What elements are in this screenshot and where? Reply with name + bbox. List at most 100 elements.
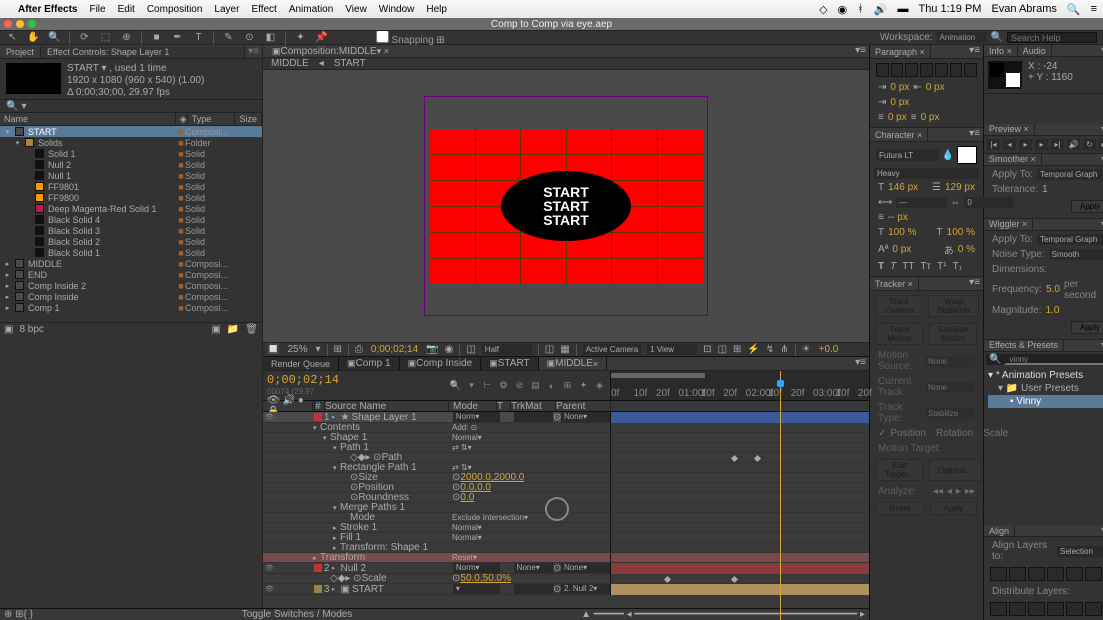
project-item[interactable]: ▸MIDDLE■Composi... xyxy=(0,258,262,269)
brainstorm-icon[interactable]: ✦ xyxy=(577,379,590,392)
project-item[interactable]: ▾START■Composi... xyxy=(0,126,262,137)
project-tree[interactable]: ▾START■Composi...▾Solids■FolderSolid 1■S… xyxy=(0,126,262,322)
volume-icon[interactable]: 🔊 xyxy=(874,3,888,16)
dist-5-icon[interactable] xyxy=(1066,602,1083,616)
timeline-menu-icon[interactable]: ▾≡ xyxy=(852,357,869,370)
bpc-button[interactable]: 8 bpc xyxy=(19,324,43,335)
justify-all-icon[interactable] xyxy=(964,63,977,77)
play-icon[interactable]: ▸ xyxy=(1019,139,1032,150)
motion-blur-icon[interactable]: ◐ xyxy=(545,379,558,392)
text-color-swatch[interactable] xyxy=(957,146,977,164)
track-camera-button[interactable]: Track Camera xyxy=(876,295,922,317)
align-left-icon[interactable] xyxy=(876,63,889,77)
preview-menu-icon[interactable]: ▾≡ xyxy=(1098,124,1103,135)
toggle-expand-icon[interactable]: ⊕ ⊞ xyxy=(4,609,24,620)
project-item[interactable]: ▸END■Composi... xyxy=(0,269,262,280)
clone-tool-icon[interactable]: ⊙ xyxy=(243,31,256,44)
property-row[interactable]: ▸TransformReset▾ xyxy=(263,553,869,563)
new-folder-icon[interactable]: 📁 xyxy=(227,324,239,335)
character-menu-icon[interactable]: ▾≡ xyxy=(966,128,983,141)
track-motion-button[interactable]: Track Motion xyxy=(876,323,923,345)
roi-icon[interactable]: ◫ xyxy=(545,344,554,355)
loop-icon[interactable]: ↻ xyxy=(1083,139,1096,150)
flowchart-icon[interactable]: ⋔ xyxy=(780,344,788,355)
tab-tracker[interactable]: Tracker × xyxy=(870,277,919,290)
tab-align[interactable]: Align xyxy=(984,525,1015,536)
toggle-switches-button[interactable]: Toggle Switches / Modes xyxy=(242,609,353,620)
eraser-tool-icon[interactable]: ◧ xyxy=(264,31,277,44)
timeline-icon[interactable]: ↯ xyxy=(766,344,774,355)
first-frame-icon[interactable]: |◂ xyxy=(987,139,1000,150)
camera-dropdown[interactable]: Active Camera xyxy=(583,344,641,355)
draft3d-icon[interactable]: ❂ xyxy=(497,379,510,392)
layer-row[interactable]: 👁 3 ▸▣ START ▾ ⊙ 2. Null 2▾ xyxy=(263,584,869,595)
edit-target-button[interactable]: Edit Target... xyxy=(876,459,923,481)
align-menu-icon[interactable]: ▾≡ xyxy=(1098,525,1103,536)
panel-menu-icon[interactable]: ▾≡ xyxy=(245,46,262,57)
battery-icon[interactable]: ▬ xyxy=(897,3,908,15)
eyedropper-icon[interactable]: 💧 xyxy=(942,150,954,161)
align-hc-icon[interactable] xyxy=(1009,567,1026,581)
exposure-reset-icon[interactable]: ☀ xyxy=(802,344,811,355)
workspace-dropdown[interactable]: Animation xyxy=(937,32,987,43)
align-t-icon[interactable] xyxy=(1047,567,1064,581)
effects-search-input[interactable] xyxy=(1004,354,1103,365)
smoother-menu-icon[interactable]: ▾≡ xyxy=(1098,154,1103,165)
wiggler-apply-button[interactable]: Apply xyxy=(1071,321,1103,334)
resolution-icon[interactable]: ⊞ xyxy=(334,344,342,355)
pen-tool-icon[interactable]: ✒ xyxy=(171,31,184,44)
col-source-name[interactable]: Source Name xyxy=(325,401,449,411)
col-name[interactable]: Name xyxy=(0,113,176,125)
tab-middle[interactable]: ▣ MIDDLE × xyxy=(539,357,608,370)
small-caps-icon[interactable]: Tт xyxy=(920,261,931,272)
justify-right-icon[interactable] xyxy=(950,63,963,77)
col-label[interactable]: ◈ xyxy=(176,113,188,125)
timecode-toggle[interactable]: ⎙ xyxy=(355,344,363,355)
all-caps-icon[interactable]: TT xyxy=(902,261,914,272)
col-size[interactable]: Size xyxy=(235,113,262,125)
superscript-icon[interactable]: T¹ xyxy=(937,261,946,272)
snapshot-icon[interactable]: 📷 xyxy=(426,344,438,355)
smoother-apply-button[interactable]: Apply xyxy=(1071,200,1103,213)
menu-help[interactable]: Help xyxy=(426,4,447,15)
work-area[interactable] xyxy=(611,373,705,378)
effects-menu-icon[interactable]: ▾≡ xyxy=(1098,340,1103,351)
col-type[interactable]: Type xyxy=(188,113,236,125)
menu-composition[interactable]: Composition xyxy=(147,4,203,15)
project-item[interactable]: Black Solid 1■Solid xyxy=(0,247,262,258)
wiggler-noise-dropdown[interactable]: Smooth xyxy=(1049,249,1103,260)
tab-smoother[interactable]: Smoother × xyxy=(984,154,1042,165)
type-tool-icon[interactable]: T xyxy=(192,31,205,44)
tab-comp1[interactable]: ▣ Comp 1 xyxy=(339,357,400,370)
track-type-dropdown[interactable]: Stabilize xyxy=(925,408,975,419)
preset-vinny[interactable]: ▪ Vinny xyxy=(988,395,1103,408)
menu-window[interactable]: Window xyxy=(379,4,415,15)
subscript-icon[interactable]: T₁ xyxy=(953,261,962,272)
h-scale[interactable]: 100 % xyxy=(947,227,975,238)
tab-composition[interactable]: ▣ Composition: MIDDLE ▾ × xyxy=(266,45,395,57)
project-item[interactable]: Solid 1■Solid xyxy=(0,148,262,159)
selection-tool-icon[interactable]: ↖ xyxy=(6,31,19,44)
bracket-icons[interactable]: { } xyxy=(24,609,33,620)
tracker-reset-button[interactable]: Reset xyxy=(876,502,924,515)
font-style-dropdown[interactable]: Heavy xyxy=(874,168,979,179)
project-item[interactable]: ▸Comp Inside■Composi... xyxy=(0,291,262,302)
tab-render-queue[interactable]: Render Queue xyxy=(263,357,339,370)
leading[interactable]: 129 px xyxy=(945,182,975,193)
roto-tool-icon[interactable]: ✦ xyxy=(294,31,307,44)
effects-tree[interactable]: ▾ * Animation Presets ▾ 📁 User Presets ▪… xyxy=(984,367,1103,525)
view2-icon[interactable]: ◫ xyxy=(718,344,727,355)
project-search-dropdown-icon[interactable]: ▾ xyxy=(21,101,26,112)
puppet-tool-icon[interactable]: 📌 xyxy=(315,31,328,44)
project-item[interactable]: Deep Magenta-Red Solid 1■Solid xyxy=(0,203,262,214)
next-frame-icon[interactable]: ▸ xyxy=(1035,139,1048,150)
tab-project[interactable]: Project xyxy=(0,46,41,58)
comp-panel-menu-icon[interactable]: ▾≡ xyxy=(855,45,866,57)
dist-4-icon[interactable] xyxy=(1047,602,1064,616)
camera-tool-icon[interactable]: ⬚ xyxy=(99,31,112,44)
project-item[interactable]: ▸Comp 1■Composi... xyxy=(0,302,262,313)
timeline-body[interactable]: 👁 1 ▸★ Shape Layer 1 Norm▾ ⊙ None▾▾Conte… xyxy=(263,412,869,620)
menu-view[interactable]: View xyxy=(345,4,367,15)
col-trkmat[interactable]: TrkMat xyxy=(511,401,556,411)
hide-shy-icon[interactable]: ⊘ xyxy=(513,379,526,392)
